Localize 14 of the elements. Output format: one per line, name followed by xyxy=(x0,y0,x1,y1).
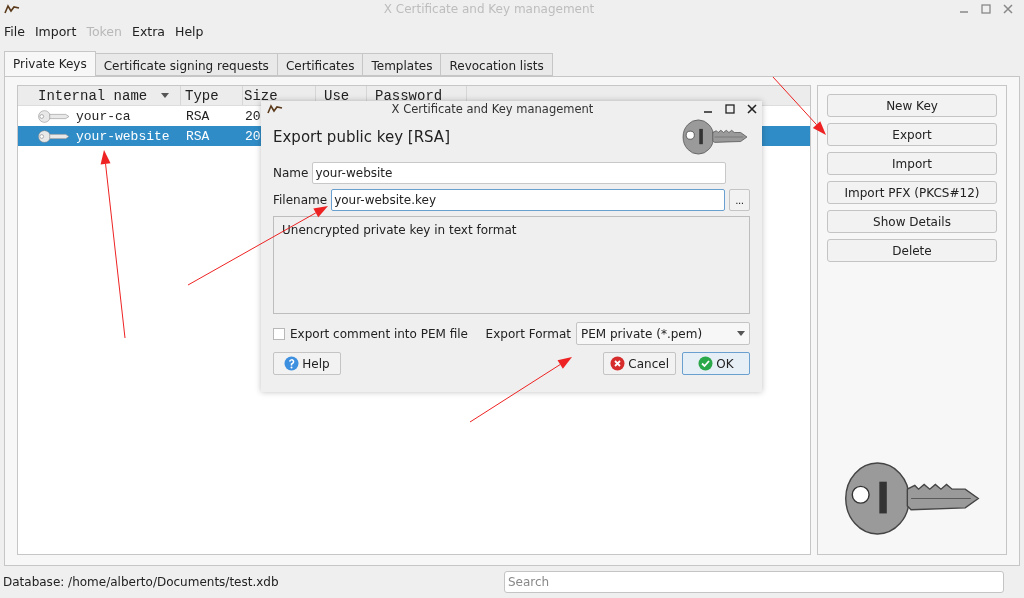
dialog-title: X Certificate and Key management xyxy=(390,102,595,116)
checkbox-label: Export comment into PEM file xyxy=(290,326,468,341)
field-label: Export Format xyxy=(485,326,571,341)
table-cell: RSA xyxy=(186,128,210,144)
table-cell: 20 xyxy=(245,128,261,144)
table-cell: 20 xyxy=(245,108,261,124)
table-cell: your-website xyxy=(76,128,170,144)
field-label: Filename xyxy=(273,193,328,207)
format-description: Unencrypted private key in text format xyxy=(273,216,750,314)
database-path: Database: /home/alberto/Documents/test.xdb xyxy=(3,575,279,589)
table-cell: your-ca xyxy=(76,108,131,124)
field-label: Name xyxy=(273,166,309,180)
table-cell: RSA xyxy=(186,108,210,124)
dialog-heading: Export public key [RSA] xyxy=(273,128,450,146)
